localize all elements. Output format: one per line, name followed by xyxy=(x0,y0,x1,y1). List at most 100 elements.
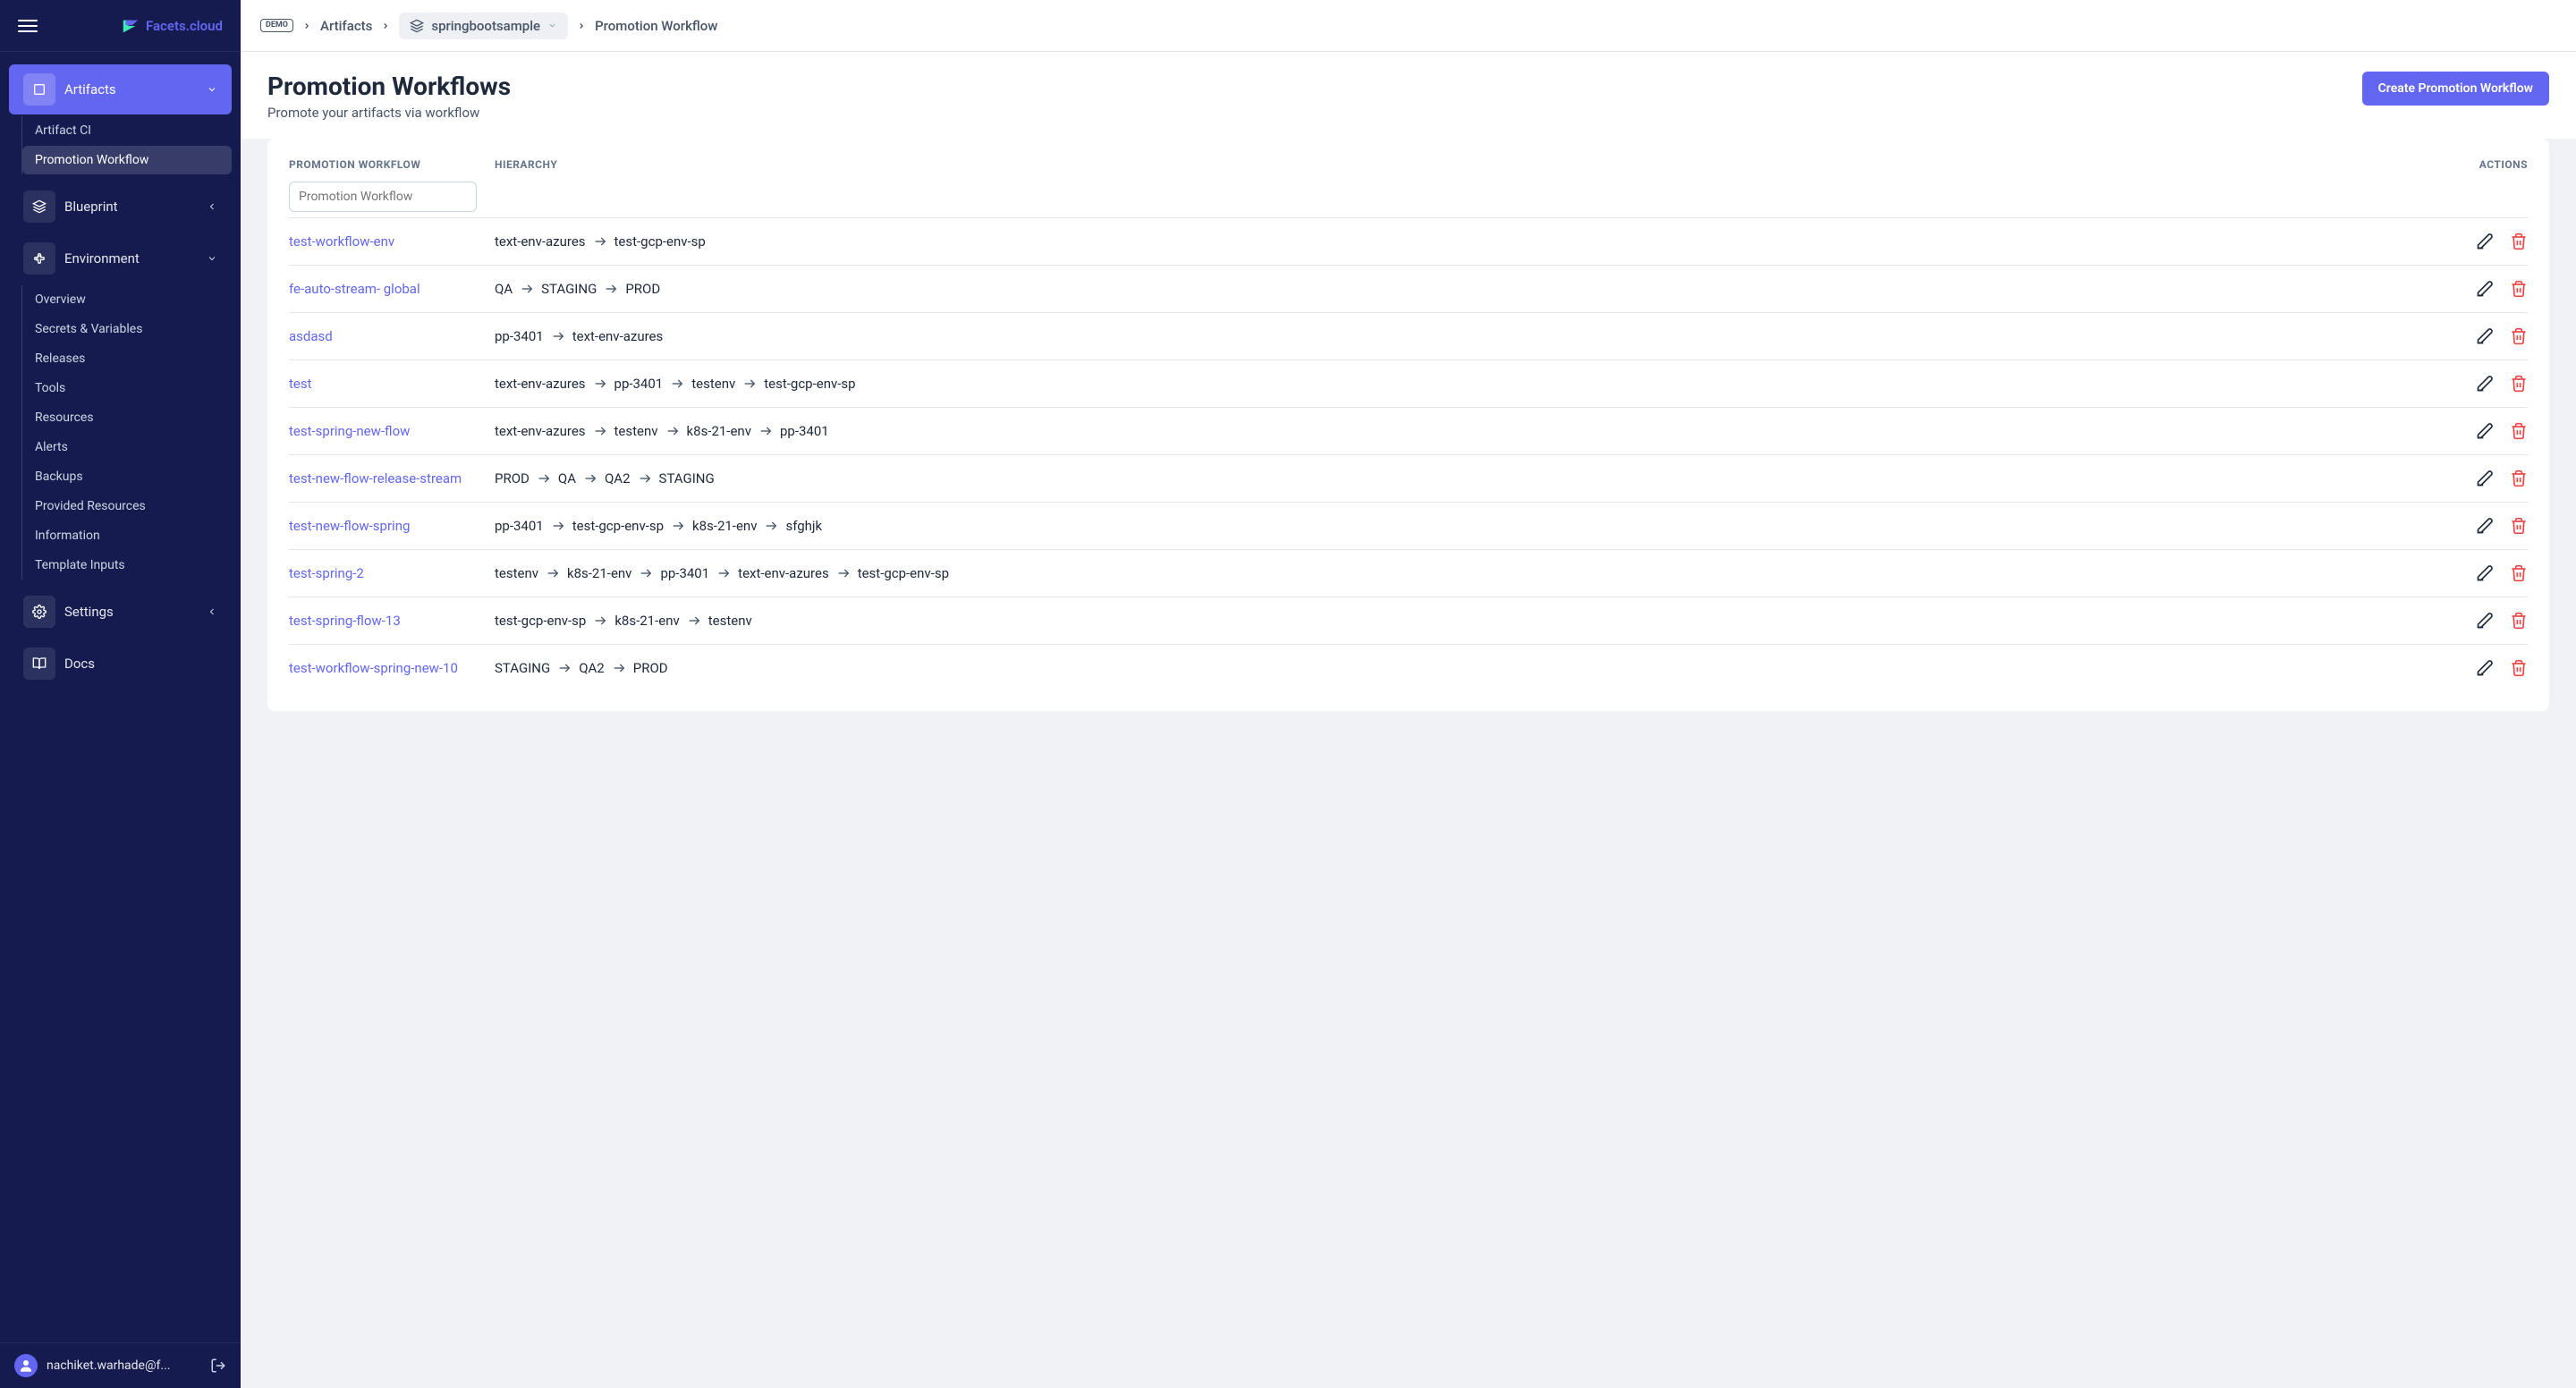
delete-icon[interactable] xyxy=(2510,327,2528,345)
content: PROMOTION WORKFLOW HIERARCHY ACTIONS tes… xyxy=(241,139,2576,1388)
arrow-right-icon xyxy=(758,424,773,438)
arrow-right-icon xyxy=(742,377,757,391)
edit-icon[interactable] xyxy=(2476,327,2494,345)
dropdown-caret-icon xyxy=(547,21,557,30)
table-row: testtext-env-azures pp-3401 testenv test… xyxy=(289,360,2528,407)
workflow-name[interactable]: test-workflow-env xyxy=(289,233,495,250)
table-row: test-spring-new-flowtext-env-azures test… xyxy=(289,407,2528,454)
nav-template[interactable]: Template Inputs xyxy=(22,551,232,580)
workflow-name[interactable]: test xyxy=(289,376,495,392)
table-row: fe-auto-stream- globalQA STAGING PROD xyxy=(289,265,2528,312)
edit-icon[interactable] xyxy=(2476,470,2494,487)
nav-secrets[interactable]: Secrets & Variables xyxy=(22,315,232,343)
logo-icon xyxy=(121,16,140,36)
hierarchy-cell: text-env-azures test-gcp-env-sp xyxy=(495,233,2420,250)
delete-icon[interactable] xyxy=(2510,612,2528,630)
nav-artifact-ci[interactable]: Artifact CI xyxy=(22,116,232,145)
arrow-right-icon xyxy=(612,661,626,675)
nav-backups[interactable]: Backups xyxy=(22,462,232,491)
logout-icon[interactable] xyxy=(210,1358,226,1374)
workflow-filter-input[interactable] xyxy=(289,182,477,212)
table-body: test-workflow-envtext-env-azures test-gc… xyxy=(289,217,2528,691)
hierarchy-node: text-env-azures xyxy=(495,376,586,392)
delete-icon[interactable] xyxy=(2510,517,2528,535)
logo[interactable]: Facets.cloud xyxy=(121,16,223,36)
arrow-right-icon xyxy=(557,661,572,675)
arrow-right-icon xyxy=(671,519,685,533)
nav-releases[interactable]: Releases xyxy=(22,344,232,373)
arrow-right-icon xyxy=(537,471,551,486)
edit-icon[interactable] xyxy=(2476,375,2494,393)
nav-environment-label: Environment xyxy=(64,250,207,267)
hierarchy-node: test-gcp-env-sp xyxy=(495,613,586,629)
nav-information[interactable]: Information xyxy=(22,521,232,550)
hierarchy-cell: pp-3401 text-env-azures xyxy=(495,328,2420,344)
hierarchy-node: k8s-21-env xyxy=(567,565,631,581)
hierarchy-node: STAGING xyxy=(659,470,715,487)
hierarchy-node: QA xyxy=(495,281,513,297)
edit-icon[interactable] xyxy=(2476,517,2494,535)
hamburger-icon[interactable] xyxy=(18,16,38,36)
workflow-name[interactable]: test-new-flow-release-stream xyxy=(289,470,495,487)
edit-icon[interactable] xyxy=(2476,659,2494,677)
edit-icon[interactable] xyxy=(2476,422,2494,440)
actions-cell xyxy=(2420,564,2528,582)
edit-icon[interactable] xyxy=(2476,280,2494,298)
hierarchy-node: testenv xyxy=(691,376,735,392)
hierarchy-cell: PROD QA QA2 STAGING xyxy=(495,470,2420,487)
arrow-right-icon xyxy=(716,566,731,580)
delete-icon[interactable] xyxy=(2510,375,2528,393)
hierarchy-node: testenv xyxy=(614,423,658,439)
bc-sep xyxy=(577,21,586,30)
hierarchy-node: pp-3401 xyxy=(780,423,829,439)
th-workflow: PROMOTION WORKFLOW xyxy=(289,158,495,171)
nav-blueprint[interactable]: Blueprint xyxy=(9,182,232,232)
bc-artifacts[interactable]: Artifacts xyxy=(320,18,372,34)
workflow-name[interactable]: test-workflow-spring-new-10 xyxy=(289,660,495,676)
delete-icon[interactable] xyxy=(2510,564,2528,582)
nav-environment[interactable]: Environment xyxy=(9,233,232,284)
workflow-name[interactable]: asdasd xyxy=(289,328,495,344)
actions-cell xyxy=(2420,233,2528,250)
hierarchy-node: sfghjk xyxy=(785,518,822,534)
hierarchy-node: test-gcp-env-sp xyxy=(572,518,664,534)
nav-overview[interactable]: Overview xyxy=(22,285,232,314)
bc-sample-dropdown[interactable]: springbootsample xyxy=(399,13,568,39)
workflow-name[interactable]: fe-auto-stream- global xyxy=(289,281,495,297)
nav-resources[interactable]: Resources xyxy=(22,403,232,432)
page-title: Promotion Workflows xyxy=(267,72,511,101)
nav-settings[interactable]: Settings xyxy=(9,587,232,637)
hierarchy-node: QA2 xyxy=(605,470,631,487)
workflow-name[interactable]: test-spring-2 xyxy=(289,565,495,581)
actions-cell xyxy=(2420,422,2528,440)
nav-tools[interactable]: Tools xyxy=(22,374,232,402)
arrow-right-icon xyxy=(670,377,684,391)
workflow-name[interactable]: test-spring-new-flow xyxy=(289,423,495,439)
table-row: test-new-flow-release-streamPROD QA QA2 … xyxy=(289,454,2528,502)
edit-icon[interactable] xyxy=(2476,612,2494,630)
nav-provided[interactable]: Provided Resources xyxy=(22,492,232,520)
actions-cell xyxy=(2420,470,2528,487)
hierarchy-cell: testenv k8s-21-env pp-3401 text-env-azur… xyxy=(495,565,2420,581)
arrow-right-icon xyxy=(520,282,534,296)
workflow-name[interactable]: test-new-flow-spring xyxy=(289,518,495,534)
nav-artifacts-sub: Artifact CI Promotion Workflow xyxy=(21,116,241,174)
avatar[interactable] xyxy=(14,1354,38,1377)
delete-icon[interactable] xyxy=(2510,422,2528,440)
hierarchy-cell: STAGING QA2 PROD xyxy=(495,660,2420,676)
delete-icon[interactable] xyxy=(2510,280,2528,298)
workflow-name[interactable]: test-spring-flow-13 xyxy=(289,613,495,629)
nav-docs-label: Docs xyxy=(64,656,217,672)
edit-icon[interactable] xyxy=(2476,564,2494,582)
edit-icon[interactable] xyxy=(2476,233,2494,250)
nav-docs[interactable]: Docs xyxy=(9,639,232,689)
hierarchy-node: pp-3401 xyxy=(614,376,664,392)
arrow-right-icon xyxy=(546,566,560,580)
nav-promotion-workflow[interactable]: Promotion Workflow xyxy=(22,146,232,174)
delete-icon[interactable] xyxy=(2510,233,2528,250)
nav-artifacts[interactable]: Artifacts xyxy=(9,64,232,114)
nav-alerts[interactable]: Alerts xyxy=(22,433,232,461)
delete-icon[interactable] xyxy=(2510,659,2528,677)
create-promotion-workflow-button[interactable]: Create Promotion Workflow xyxy=(2362,72,2549,106)
delete-icon[interactable] xyxy=(2510,470,2528,487)
